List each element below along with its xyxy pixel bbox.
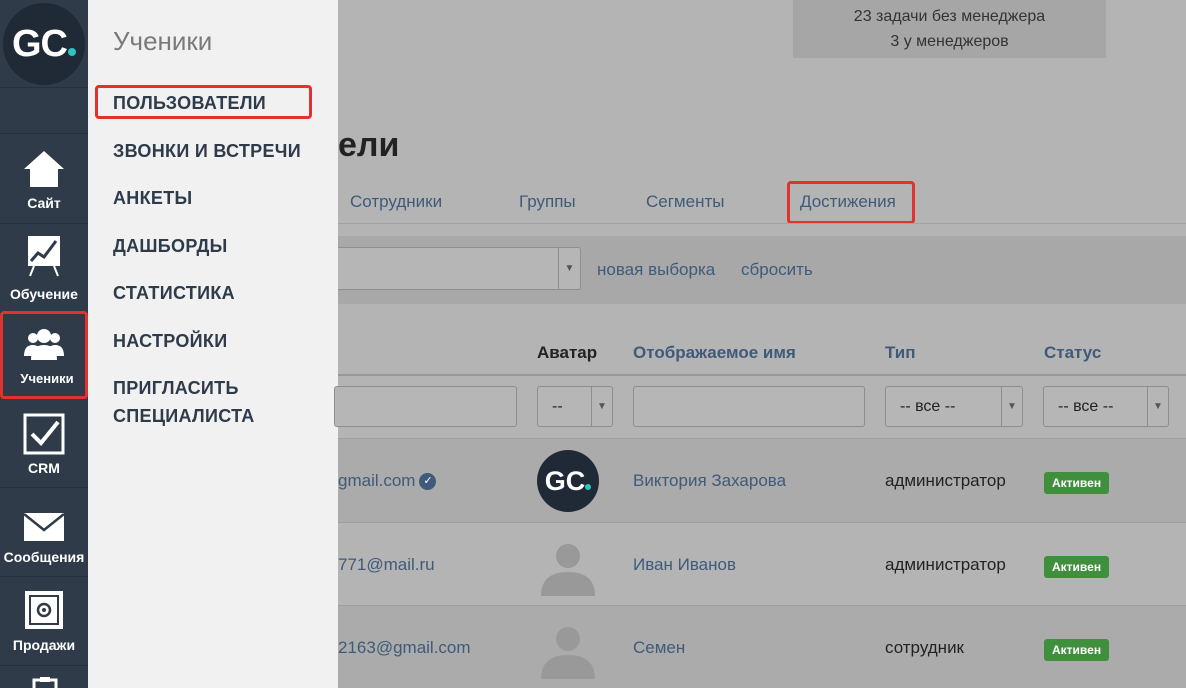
column-header-type[interactable]: Тип bbox=[885, 343, 915, 363]
user-email[interactable]: gmail.com ✓ bbox=[338, 471, 437, 491]
user-type: администратор bbox=[885, 555, 1006, 574]
user-display-name[interactable]: Иван Иванов bbox=[633, 555, 736, 575]
user-type: сотрудник bbox=[885, 638, 964, 657]
column-header-display-name[interactable]: Отображаемое имя bbox=[633, 343, 796, 363]
type-filter-value: -- все -- bbox=[900, 398, 956, 415]
table-row[interactable]: 2163@gmail.com Семен сотрудник Активен bbox=[338, 606, 1186, 688]
status-filter-value: -- все -- bbox=[1058, 398, 1114, 415]
menu-item-invite-specialist[interactable]: ПРИГЛАСИТЬ СПЕЦИАЛИСТА bbox=[113, 374, 255, 430]
logo-cell[interactable]: GC bbox=[0, 0, 88, 88]
default-avatar-icon bbox=[541, 627, 595, 679]
table-row[interactable]: gmail.com ✓ GC Виктория Захарова админист… bbox=[338, 439, 1186, 522]
rail-label-learning: Обучение bbox=[10, 286, 78, 302]
chevron-down-icon: ▼ bbox=[1001, 387, 1022, 426]
new-selection-link[interactable]: новая выборка bbox=[597, 260, 715, 280]
header-divider bbox=[338, 374, 1186, 376]
reset-link[interactable]: сбросить bbox=[741, 260, 813, 280]
menu-item-settings[interactable]: НАСТРОЙКИ bbox=[113, 327, 227, 355]
users-icon bbox=[24, 329, 64, 360]
checkbox-icon bbox=[23, 413, 65, 455]
user-display-name[interactable]: Виктория Захарова bbox=[633, 471, 786, 491]
rail-label-crm: CRM bbox=[28, 460, 60, 476]
envelope-icon bbox=[23, 513, 65, 541]
menu-item-dashboards[interactable]: ДАШБОРДЫ bbox=[113, 232, 228, 260]
rail-item-crm[interactable]: CRM bbox=[0, 400, 88, 488]
menu-item-forms[interactable]: АНКЕТЫ bbox=[113, 184, 192, 212]
menu-item-invite-line2: СПЕЦИАЛИСТА bbox=[113, 406, 255, 426]
status-badge: Активен bbox=[1044, 639, 1110, 661]
rail-label-site: Сайт bbox=[27, 195, 61, 211]
status-badge: Активен bbox=[1044, 556, 1110, 578]
rail-spacer bbox=[0, 88, 88, 134]
rail-item-messages[interactable]: Сообщения bbox=[0, 489, 88, 577]
avatar: GC bbox=[537, 450, 599, 512]
rail-item-next[interactable] bbox=[0, 667, 88, 688]
avatar-logo-text: GC bbox=[544, 466, 586, 496]
saved-filter-select[interactable]: ▼ bbox=[338, 247, 581, 290]
tab-employees[interactable]: Сотрудники bbox=[350, 192, 442, 212]
main-content: 23 задачи без менеджера 3 у менеджеров е… bbox=[334, 0, 1186, 688]
email-filter-input[interactable] bbox=[334, 386, 517, 427]
tasks-summary[interactable]: 23 задачи без менеджера 3 у менеджеров bbox=[793, 0, 1106, 58]
rail-item-learning[interactable]: Обучение bbox=[0, 225, 88, 313]
tasks-assigned: 3 у менеджеров bbox=[890, 33, 1009, 50]
chevron-down-icon: ▼ bbox=[558, 248, 580, 289]
menu-item-statistics[interactable]: СТАТИСТИКА bbox=[113, 279, 235, 307]
rail-item-students[interactable]: Ученики bbox=[0, 311, 88, 399]
chart-board-icon bbox=[28, 236, 60, 277]
user-email-text: gmail.com bbox=[338, 471, 416, 490]
avatar-filter-value: -- bbox=[552, 398, 563, 415]
home-icon bbox=[24, 151, 64, 187]
tabs-divider bbox=[338, 223, 1186, 224]
verified-icon: ✓ bbox=[419, 473, 437, 491]
user-display-name[interactable]: Семен bbox=[633, 638, 685, 658]
status-badge: Активен bbox=[1044, 472, 1110, 494]
gc-logo[interactable]: GC bbox=[3, 3, 85, 85]
status-filter-select[interactable]: -- все -- ▼ bbox=[1043, 386, 1169, 427]
user-email[interactable]: 771@mail.ru bbox=[338, 555, 435, 575]
clipboard-icon bbox=[32, 677, 58, 688]
avatar-filter-select[interactable]: -- ▼ bbox=[537, 386, 613, 427]
display-name-filter-input[interactable] bbox=[633, 386, 865, 427]
default-avatar-icon bbox=[541, 544, 595, 596]
rail-label-messages: Сообщения bbox=[3, 549, 85, 565]
students-flyout-menu: Ученики ПОЛЬЗОВАТЕЛИ ЗВОНКИ И ВСТРЕЧИ АН… bbox=[88, 0, 338, 688]
user-type: администратор bbox=[885, 471, 1006, 490]
filter-bar: ▼ новая выборка сбросить bbox=[338, 236, 1186, 304]
rail-item-site[interactable]: Сайт bbox=[0, 135, 88, 224]
chevron-down-icon: ▼ bbox=[591, 387, 612, 426]
flyout-title: Ученики bbox=[113, 26, 213, 56]
menu-item-calls-meetings[interactable]: ЗВОНКИ И ВСТРЕЧИ bbox=[113, 137, 301, 165]
menu-item-invite-line1: ПРИГЛАСИТЬ bbox=[113, 378, 239, 398]
safe-icon bbox=[25, 591, 63, 629]
rail-label-students: Ученики bbox=[20, 371, 74, 386]
table-row[interactable]: 771@mail.ru Иван Иванов администратор Ак… bbox=[338, 523, 1186, 606]
type-filter-select[interactable]: -- все -- ▼ bbox=[885, 386, 1023, 427]
rail-label-sales: Продажи bbox=[12, 637, 76, 653]
user-email[interactable]: 2163@gmail.com bbox=[338, 638, 471, 658]
column-header-avatar: Аватар bbox=[537, 343, 598, 362]
logo-dot bbox=[68, 48, 76, 56]
column-header-status[interactable]: Статус bbox=[1044, 343, 1101, 363]
logo-dot bbox=[585, 484, 592, 490]
menu-item-users[interactable]: ПОЛЬЗОВАТЕЛИ bbox=[113, 89, 266, 117]
left-icon-rail: GC Сайт Обучение Ученики CRM Сообщения П… bbox=[0, 0, 88, 688]
chevron-down-icon: ▼ bbox=[1147, 387, 1168, 426]
tab-segments[interactable]: Сегменты bbox=[646, 192, 724, 212]
tab-groups[interactable]: Группы bbox=[519, 192, 576, 212]
tasks-unassigned: 23 задачи без менеджера bbox=[853, 8, 1046, 25]
logo-text: GC bbox=[12, 23, 68, 65]
rail-item-sales[interactable]: Продажи bbox=[0, 578, 88, 666]
page-title: ели bbox=[338, 126, 400, 164]
highlight-box-achievements bbox=[787, 181, 915, 224]
